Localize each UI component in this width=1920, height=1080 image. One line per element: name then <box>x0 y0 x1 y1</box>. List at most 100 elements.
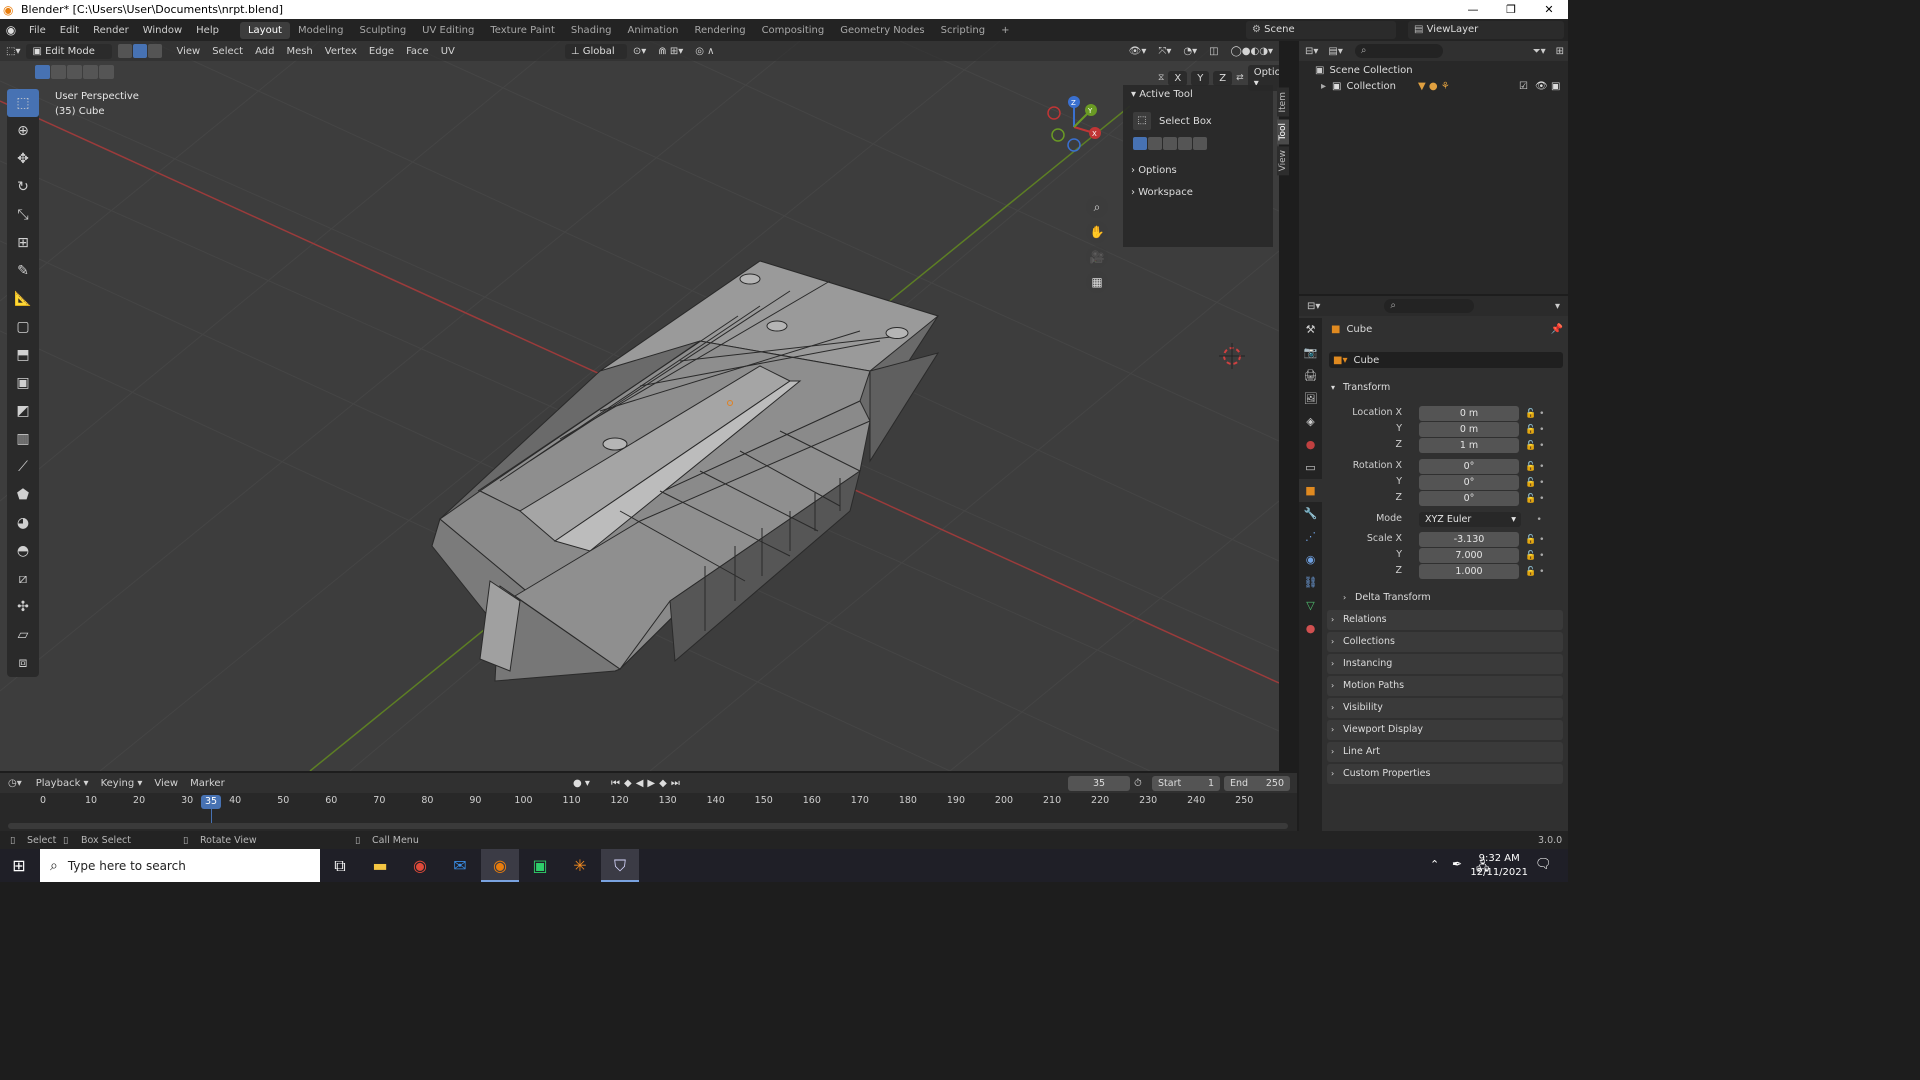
outliner-search-input[interactable]: ⌕ <box>1354 44 1443 58</box>
edge-slide-tool-icon[interactable]: ⧄ <box>7 565 39 593</box>
modifier-tab-icon[interactable]: 🔧 <box>1299 502 1322 525</box>
tool-tab-icon[interactable]: ⚒ <box>1299 318 1322 341</box>
motion-paths-panel-header[interactable]: › Motion Paths <box>1327 676 1563 696</box>
keyframe-dot-icon[interactable]: • <box>1525 512 1544 528</box>
hide-eye-icon[interactable]: 👁 <box>1535 81 1548 92</box>
tab-shading[interactable]: Shading <box>563 22 620 39</box>
zoom-icon[interactable]: ⌕ <box>1086 196 1108 218</box>
maximize-button[interactable]: ❐ <box>1492 0 1530 19</box>
lock-icon[interactable]: 🔓 • <box>1525 438 1544 454</box>
scene-collection-row[interactable]: ▣ Scene Collection <box>1315 65 1413 76</box>
xray-icon[interactable]: ◫ <box>1203 46 1224 57</box>
taskbar-clock[interactable]: 9:32 AM 12/11/2021 <box>1470 852 1528 880</box>
rotation-x-field[interactable]: 0° <box>1419 459 1519 474</box>
close-button[interactable]: ✕ <box>1530 0 1568 19</box>
lock-icon[interactable]: 🔓 • <box>1525 564 1544 580</box>
viewport-display-panel-header[interactable]: › Viewport Display <box>1327 720 1563 740</box>
select-box-tool-icon[interactable]: ⬚ <box>7 89 39 117</box>
options-section[interactable]: › Options <box>1131 165 1177 176</box>
jump-end-icon[interactable]: ⏭ <box>671 778 684 789</box>
viewlayer-selector[interactable]: ▤ ViewLayer <box>1408 21 1564 39</box>
transform-panel-header[interactable]: ▾ Transform <box>1327 378 1563 398</box>
menu-mesh[interactable]: Mesh <box>280 46 318 57</box>
3d-viewport[interactable]: Z X Y ⬚▾ ▣ Edit Mode View Select Add Mes… <box>0 41 1279 771</box>
app-shield-icon[interactable]: ⛉ <box>601 849 639 882</box>
taskbar-search-box[interactable]: ⌕ Type here to search <box>40 849 320 882</box>
lock-icon[interactable]: 🔓 • <box>1525 422 1544 438</box>
loop-cut-tool-icon[interactable]: ▥ <box>7 425 39 453</box>
tray-chevron-icon[interactable]: ⌃ <box>1430 858 1439 871</box>
timeline-editor-icon[interactable]: ◷▾ <box>0 778 30 789</box>
vertex-select-icon[interactable] <box>118 44 133 58</box>
blender-taskbar-icon[interactable]: ◉ <box>481 849 519 882</box>
cursor-tool-icon[interactable]: ⊕ <box>7 117 39 145</box>
inset-tool-icon[interactable]: ▣ <box>7 369 39 397</box>
tab-scripting[interactable]: Scripting <box>933 22 993 39</box>
line-art-panel-header[interactable]: › Line Art <box>1327 742 1563 762</box>
shrink-fatten-tool-icon[interactable]: ✣ <box>7 593 39 621</box>
select-invert-icon[interactable] <box>83 65 98 79</box>
proportional-edit-icon[interactable]: ◎ ∧ <box>689 46 720 57</box>
select-extend-icon[interactable] <box>51 65 66 79</box>
axis-x-toggle[interactable]: X <box>1168 70 1188 86</box>
custom-properties-panel-header[interactable]: › Custom Properties <box>1327 764 1563 784</box>
jump-start-icon[interactable]: ⏮ <box>611 778 624 789</box>
exclude-checkbox[interactable]: ☑ <box>1519 81 1528 92</box>
spin-tool-icon[interactable]: ◕ <box>7 509 39 537</box>
object-datablock-field[interactable]: ■▾ Cube <box>1329 352 1563 368</box>
tab-compositing[interactable]: Compositing <box>754 22 833 39</box>
menu-select[interactable]: Select <box>206 46 249 57</box>
add-cube-tool-icon[interactable]: ▢ <box>7 313 39 341</box>
rotation-y-field[interactable]: 0° <box>1419 475 1519 490</box>
use-preview-range-icon[interactable]: ⏱ <box>1134 778 1142 789</box>
navigation-gizmo[interactable]: Z X Y <box>1047 96 1101 152</box>
location-y-field[interactable]: 0 m <box>1419 422 1519 437</box>
menu-keying[interactable]: Keying ▾ <box>95 778 149 789</box>
ortho-grid-icon[interactable]: ▦ <box>1086 271 1108 293</box>
properties-editor-icon[interactable]: ⊟▾ <box>1299 301 1328 312</box>
scale-y-field[interactable]: 7.000 <box>1419 548 1519 563</box>
menu-timeline-view[interactable]: View <box>148 778 184 789</box>
tool-select-new-icon[interactable] <box>1133 137 1147 150</box>
collection-row[interactable]: ▸ ▣ Collection ▼ ● ⚘ ☑ 👁 ▣ <box>1321 81 1561 92</box>
scene-selector[interactable]: ⚙ Scene <box>1246 21 1396 39</box>
mail-icon[interactable]: ✉ <box>441 849 479 882</box>
material-tab-icon[interactable]: ● <box>1299 617 1322 640</box>
auto-merge-icon[interactable]: ⇄ <box>1236 73 1244 83</box>
shear-tool-icon[interactable]: ▱ <box>7 621 39 649</box>
menu-view[interactable]: View <box>170 46 206 57</box>
annotate-tool-icon[interactable]: ✎ <box>7 257 39 285</box>
menu-add[interactable]: Add <box>249 46 280 57</box>
next-keyframe-icon[interactable]: ◆ <box>659 778 671 789</box>
tab-animation[interactable]: Animation <box>620 22 687 39</box>
prev-keyframe-icon[interactable]: ◆ <box>624 778 636 789</box>
current-frame-field[interactable]: 35 <box>1068 776 1130 791</box>
lock-icon[interactable]: 🔓 • <box>1525 475 1544 491</box>
tab-tool[interactable]: Tool <box>1277 118 1289 144</box>
tab-layout[interactable]: Layout <box>239 21 290 39</box>
extrude-tool-icon[interactable]: ⬒ <box>7 341 39 369</box>
transform-tool-icon[interactable]: ⊞ <box>7 229 39 257</box>
frame-ruler[interactable]: 0 10 20 30 40 50 60 70 80 90 100 110 120 130 140 150 160… <box>0 795 1297 809</box>
knife-tool-icon[interactable]: ⟋ <box>7 453 39 481</box>
menu-playback[interactable]: Playback ▾ <box>30 778 95 789</box>
select-new-icon[interactable] <box>35 65 50 79</box>
menu-uv[interactable]: UV <box>435 46 461 57</box>
measure-tool-icon[interactable]: 📐 <box>7 285 39 313</box>
select-intersect-icon[interactable] <box>99 65 114 79</box>
start-frame-field[interactable]: Start 1 <box>1152 776 1220 791</box>
edge-select-icon[interactable] <box>133 44 148 58</box>
pycharm-icon[interactable]: ▣ <box>521 849 559 882</box>
tab-item[interactable]: Item <box>1277 88 1289 117</box>
scale-x-field[interactable]: -3.130 <box>1419 532 1519 547</box>
menu-window[interactable]: Window <box>136 25 189 36</box>
rotation-z-field[interactable]: 0° <box>1419 491 1519 506</box>
world-tab-icon[interactable]: ● <box>1299 433 1322 456</box>
physics-tab-icon[interactable]: ◉ <box>1299 548 1322 571</box>
tab-modeling[interactable]: Modeling <box>290 22 352 39</box>
axis-y-toggle[interactable]: Y <box>1191 70 1210 86</box>
scale-z-field[interactable]: 1.000 <box>1419 564 1519 579</box>
rotate-tool-icon[interactable]: ↻ <box>7 173 39 201</box>
end-frame-field[interactable]: End 250 <box>1224 776 1290 791</box>
lock-icon[interactable]: 🔓 • <box>1525 532 1544 548</box>
